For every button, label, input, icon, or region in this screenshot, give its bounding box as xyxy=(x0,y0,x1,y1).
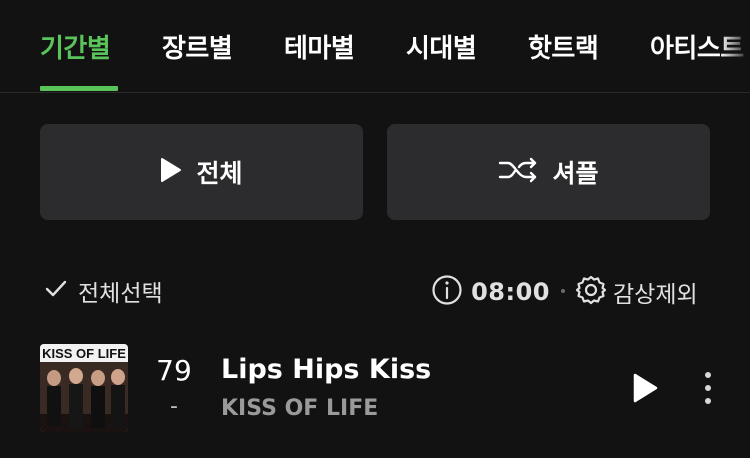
tabs-fade-overlay xyxy=(720,0,750,90)
song-title[interactable]: Lips Hips Kiss xyxy=(221,354,431,385)
shuffle-button[interactable]: 셔플 xyxy=(387,124,710,220)
tab-genre[interactable]: 장르별 xyxy=(162,28,233,65)
exclude-listening-button[interactable]: 감상제외 xyxy=(575,274,698,310)
select-all-label: 전체선택 xyxy=(78,281,163,307)
info-icon[interactable] xyxy=(431,274,463,310)
album-cover-logo: KISS OF LIFE xyxy=(42,346,126,361)
select-all-button[interactable]: 전체선택 xyxy=(44,274,163,308)
play-all-button[interactable]: 전체 xyxy=(40,124,363,220)
chart-category-tabs: 기간별 장르별 테마별 시대별 핫트랙 아티스트 xyxy=(0,0,750,93)
more-options-button[interactable] xyxy=(698,370,718,406)
artist-name[interactable]: KISS OF LIFE xyxy=(221,396,378,421)
more-vertical-icon xyxy=(698,372,718,410)
active-tab-indicator xyxy=(40,86,118,91)
track-row[interactable]: KISS OF LIFE 79 - Lips Hips Kiss KISS OF… xyxy=(0,344,750,434)
play-icon xyxy=(630,373,660,408)
album-cover[interactable]: KISS OF LIFE xyxy=(40,344,128,432)
play-all-label: 전체 xyxy=(196,159,243,188)
separator-dot xyxy=(561,289,565,293)
rank-change: - xyxy=(170,394,178,419)
tab-era[interactable]: 시대별 xyxy=(406,28,477,65)
chart-rank: 79 xyxy=(156,354,192,387)
exclude-listening-label: 감상제외 xyxy=(613,282,698,308)
play-track-button[interactable] xyxy=(630,372,660,404)
play-icon xyxy=(160,157,182,187)
duration-value: 08:00 xyxy=(471,278,550,306)
total-duration: 08:00 xyxy=(431,274,550,310)
tab-theme[interactable]: 테마별 xyxy=(284,28,355,65)
shuffle-label: 셔플 xyxy=(552,159,599,188)
gear-icon xyxy=(575,274,607,310)
tab-hot-track[interactable]: 핫트랙 xyxy=(528,28,599,65)
shuffle-icon xyxy=(498,157,538,187)
tab-period[interactable]: 기간별 xyxy=(40,28,111,65)
list-toolbar: 전체선택 08:00 감상제외 xyxy=(0,266,750,314)
checkmark-icon xyxy=(44,279,68,303)
